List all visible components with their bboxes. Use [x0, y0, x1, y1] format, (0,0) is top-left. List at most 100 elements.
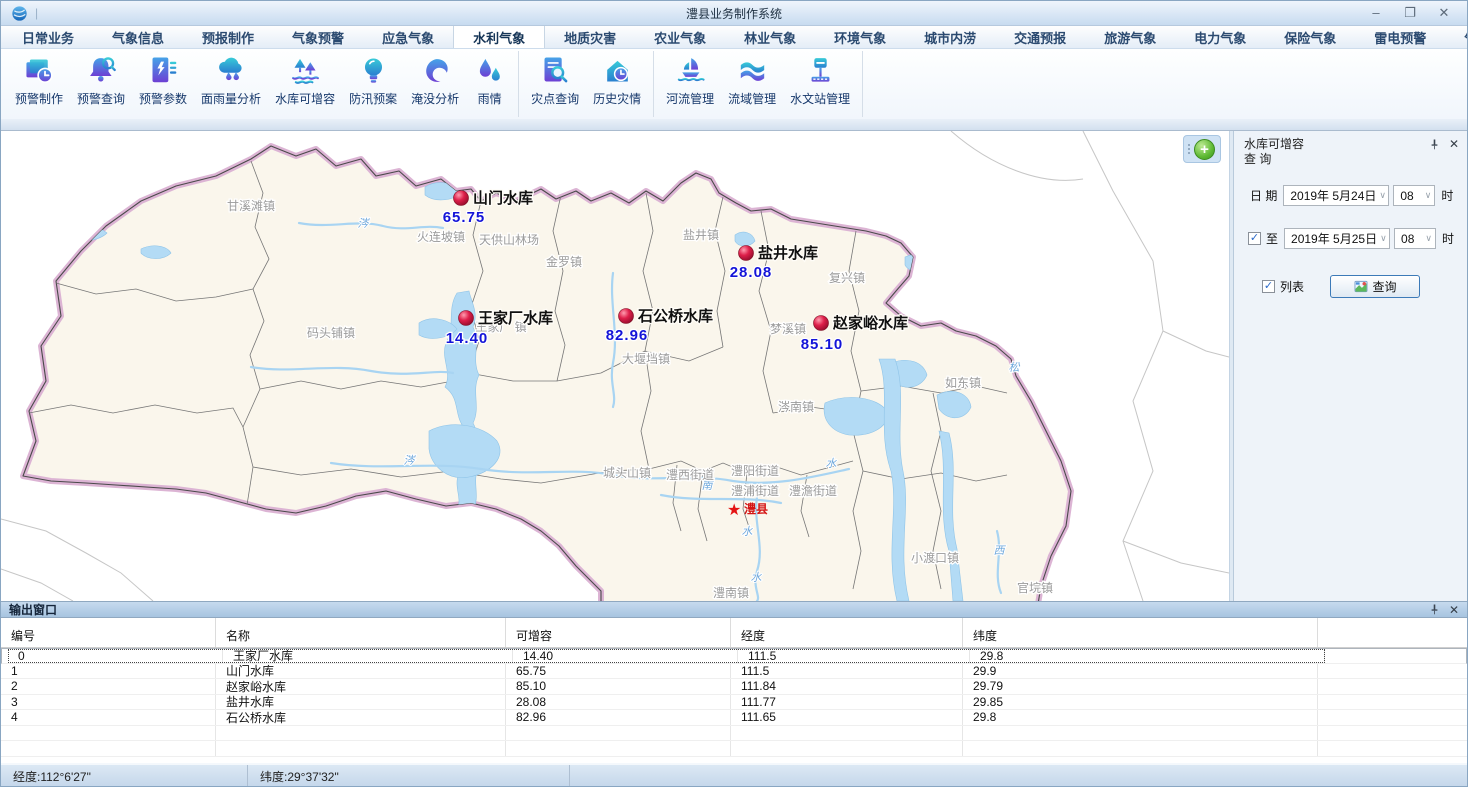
toolbar-basin-button[interactable]: 流域管理: [721, 51, 783, 117]
menu-item-13[interactable]: 旅游气象: [1085, 26, 1175, 48]
town-label: 火连坡镇: [417, 229, 465, 244]
table-row[interactable]: 4石公桥水库82.96111.6529.8: [1, 710, 1467, 726]
menu-item-14[interactable]: 电力气象: [1175, 26, 1265, 48]
toolbar-warning-params-button[interactable]: 预警参数: [132, 51, 194, 117]
menu-item-1[interactable]: 日常业务: [3, 26, 93, 48]
date-from-row: 日 期 2019年 5月24日 ∨ 08 ∨ 时: [1250, 185, 1453, 206]
query-button-label: 查询: [1373, 278, 1397, 295]
table-row[interactable]: 2赵家峪水库85.10111.8429.79: [1, 679, 1467, 695]
map-area[interactable]: 涔涔南水水水西松甘溪滩镇火连坡镇天供山林场金罗镇盐井镇复兴镇码头铺镇王家厂 镇梦…: [1, 131, 1229, 601]
town-label: 复兴镇: [829, 271, 865, 285]
to-checkbox[interactable]: ✓: [1248, 232, 1261, 245]
output-close-icon[interactable]: ✕: [1449, 603, 1459, 617]
toolbar-river-button[interactable]: 河流管理: [659, 51, 721, 117]
pin-icon[interactable]: [1430, 604, 1439, 615]
toolbar-warning-compose-button[interactable]: 预警制作: [8, 51, 70, 117]
table-row-cells: 4石公桥水库82.96111.6529.8: [1, 710, 1318, 725]
pin-icon[interactable]: [1430, 139, 1439, 150]
column-header-2[interactable]: 名称: [216, 618, 506, 647]
date-to-select[interactable]: 2019年 5月25日 ∨: [1284, 228, 1390, 249]
output-window-controls: ✕: [1430, 603, 1459, 617]
table-cell: 111.5: [738, 649, 970, 663]
menu-item-7[interactable]: 地质灾害: [545, 26, 635, 48]
reservoir-capacity-value: 28.08: [730, 264, 773, 281]
status-longitude: 经度:112°6'27": [1, 765, 248, 787]
close-icon[interactable]: ✕: [1431, 3, 1457, 23]
menu-item-10[interactable]: 环境气象: [815, 26, 905, 48]
menu-item-5[interactable]: 应急气象: [363, 26, 453, 48]
hydrostation-icon: [804, 54, 837, 87]
river-label: 水: [826, 457, 838, 470]
reservoir-dot-icon[interactable]: [459, 311, 474, 326]
hour-to-select[interactable]: 08 ∨: [1394, 228, 1436, 249]
menu-item-11[interactable]: 城市内涝: [905, 26, 995, 48]
town-label: 澧西街道: [666, 468, 714, 482]
toolbar-button-label: 淹没分析: [411, 90, 459, 107]
reservoir-dot-icon[interactable]: [814, 316, 829, 331]
table-row-cells: 2赵家峪水库85.10111.8429.79: [1, 679, 1318, 694]
menu-item-4[interactable]: 气象预警: [273, 26, 363, 48]
minimize-icon[interactable]: –: [1363, 3, 1389, 23]
date-from-select[interactable]: 2019年 5月24日 ∨: [1283, 185, 1389, 206]
toolbar-warning-search-button[interactable]: 预警查询: [70, 51, 132, 117]
column-header-1[interactable]: 编号: [1, 618, 216, 647]
toolbar-flood-plan-button[interactable]: 防汛预案: [342, 51, 404, 117]
reservoir-dot-icon[interactable]: [454, 191, 469, 206]
table-row-filler: [1318, 710, 1467, 725]
toolbar-hydrostation-button[interactable]: 水文站管理: [783, 51, 857, 117]
toolbar-inundation-button[interactable]: 淹没分析: [404, 51, 466, 117]
column-header-4[interactable]: 经度: [731, 618, 963, 647]
reservoir-dot-icon[interactable]: [739, 246, 754, 261]
date-to-value: 2019年 5月25日: [1291, 230, 1377, 247]
column-header-3[interactable]: 可增容: [506, 618, 731, 647]
column-header-5[interactable]: 纬度: [963, 618, 1318, 647]
map-zoom-in-button[interactable]: +: [1194, 139, 1215, 160]
hour-to-value: 08: [1401, 232, 1414, 246]
table-row-cells: 3盐井水库28.08111.7729.85: [1, 695, 1318, 710]
menu-item-9[interactable]: 林业气象: [725, 26, 815, 48]
toolbar-button-label: 流域管理: [728, 90, 776, 107]
town-label: 澧南镇: [713, 585, 749, 600]
toolbar-rain-button[interactable]: 雨情: [466, 51, 513, 117]
menu-item-15[interactable]: 保险气象: [1265, 26, 1355, 48]
menu-bar: 日常业务气象信息预报制作气象预警应急气象水利气象地质灾害农业气象林业气象环境气象…: [1, 26, 1467, 49]
panel-close-icon[interactable]: ✕: [1449, 137, 1459, 151]
county-map[interactable]: 涔涔南水水水西松甘溪滩镇火连坡镇天供山林场金罗镇盐井镇复兴镇码头铺镇王家厂 镇梦…: [1, 131, 1229, 601]
reservoir-dot-icon[interactable]: [619, 309, 634, 324]
table-header-filler: [1318, 618, 1467, 647]
table-row[interactable]: 0王家厂水库14.40111.529.8: [1, 648, 1467, 664]
toolbar-button-label: 防汛预案: [349, 90, 397, 107]
date-from-value: 2019年 5月24日: [1290, 187, 1376, 204]
river-label: 水: [751, 571, 763, 584]
query-button[interactable]: 查询: [1330, 275, 1420, 298]
menu-item-6[interactable]: 水利气象: [453, 26, 545, 48]
status-latitude: 纬度:29°37'32": [248, 765, 570, 787]
toolbar-disaster-search-button[interactable]: 灾点查询: [524, 51, 586, 117]
table-row[interactable]: 1山门水库65.75111.529.9: [1, 664, 1467, 680]
neighbor-boundary-line: [1163, 331, 1229, 357]
neighbor-boundary-line: [1, 519, 153, 601]
toolbar-disaster-history-button[interactable]: 历史灾情: [586, 51, 648, 117]
menu-item-8[interactable]: 农业气象: [635, 26, 725, 48]
menu-item-17[interactable]: 气象指数: [1445, 26, 1468, 48]
reservoir-query-panel: 水库可增容 查 询 ✕ 日 期 2019年 5月24日 ∨ 08: [1233, 131, 1467, 601]
menu-item-2[interactable]: 气象信息: [93, 26, 183, 48]
flood-plan-icon: [357, 54, 390, 87]
table-row[interactable]: 3盐井水库28.08111.7729.85: [1, 695, 1467, 711]
menu-item-12[interactable]: 交通预报: [995, 26, 1085, 48]
town-label: 天供山林场: [479, 233, 539, 247]
panel-title: 水库可增容 查 询: [1244, 137, 1304, 167]
hour-from-select[interactable]: 08 ∨: [1393, 185, 1435, 206]
reservoir-name-label: 王家厂水库: [478, 309, 553, 327]
menu-item-3[interactable]: 预报制作: [183, 26, 273, 48]
list-checkbox[interactable]: ✓: [1262, 280, 1275, 293]
to-label: 至: [1266, 230, 1278, 247]
toolbar-reservoir-capacity-button[interactable]: 水库可增容: [268, 51, 342, 117]
toolbar-rainfall-analysis-button[interactable]: 面雨量分析: [194, 51, 268, 117]
restore-icon[interactable]: ❐: [1397, 3, 1423, 23]
river-label: 水: [742, 525, 754, 538]
app-globe-icon: [11, 5, 28, 22]
toolbar-button-label: 预警制作: [15, 90, 63, 107]
menu-item-16[interactable]: 雷电预警: [1355, 26, 1445, 48]
table-header-cells: 编号名称可增容经度纬度: [1, 618, 1318, 647]
